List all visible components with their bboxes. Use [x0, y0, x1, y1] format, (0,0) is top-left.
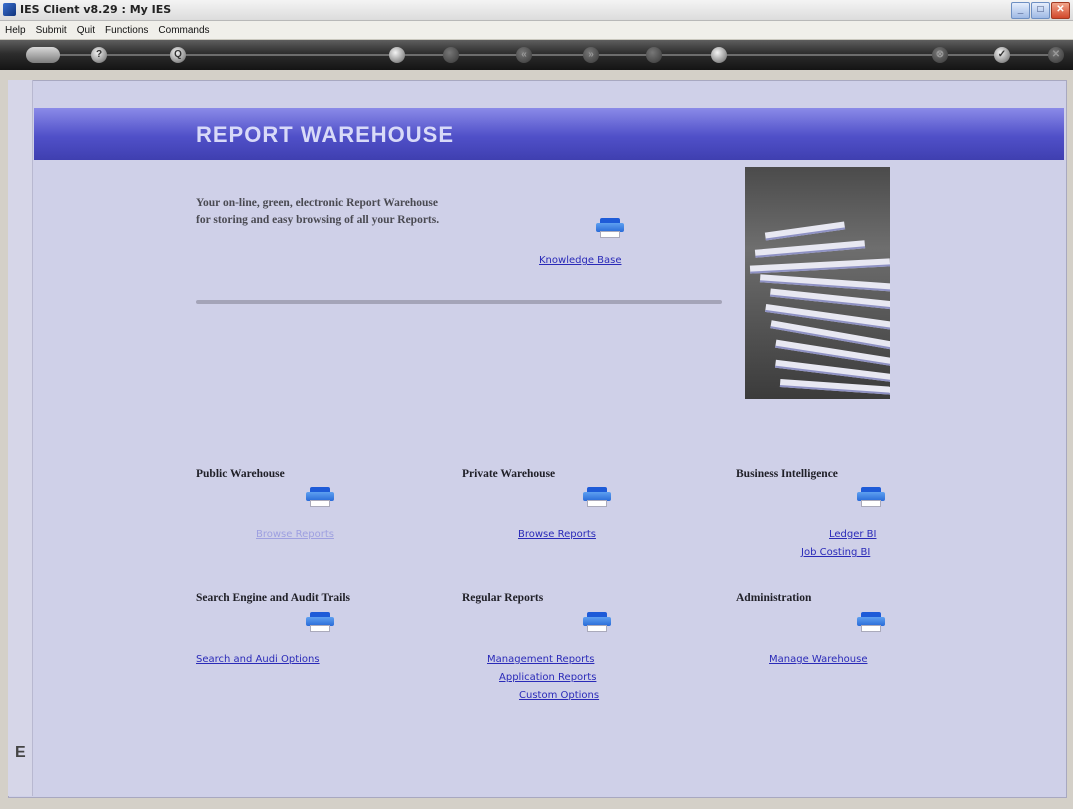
- private-browse-reports-link[interactable]: Browse Reports: [518, 529, 596, 540]
- menu-functions[interactable]: Functions: [100, 25, 153, 36]
- help-icon[interactable]: ?: [91, 47, 107, 63]
- intro-line-2: for storing and easy browsing of all you…: [196, 214, 440, 226]
- key-icon[interactable]: [26, 47, 60, 63]
- close-icon[interactable]: ✕: [1048, 47, 1064, 63]
- printer-icon[interactable]: [306, 612, 334, 632]
- manage-warehouse-link[interactable]: Manage Warehouse: [769, 654, 867, 665]
- application-reports-link[interactable]: Application Reports: [499, 672, 596, 683]
- public-browse-reports-link[interactable]: Browse Reports: [256, 529, 334, 540]
- printer-icon[interactable]: [583, 487, 611, 507]
- minimize-button[interactable]: _: [1011, 2, 1030, 19]
- divider: [196, 300, 722, 304]
- private-warehouse-title: Private Warehouse: [462, 468, 556, 480]
- menu-quit[interactable]: Quit: [72, 25, 100, 36]
- search-audit-options-link[interactable]: Search and Audi Options: [196, 654, 320, 665]
- administration-title: Administration: [736, 592, 812, 604]
- window-controls: _ □ ✕: [1011, 2, 1070, 19]
- maximize-button[interactable]: □: [1031, 2, 1050, 19]
- cancel-icon[interactable]: ⊗: [932, 47, 948, 63]
- info-icon[interactable]: [443, 47, 459, 63]
- left-rail: [8, 80, 33, 796]
- regular-reports-title: Regular Reports: [462, 592, 544, 604]
- business-intelligence-title: Business Intelligence: [736, 468, 838, 480]
- window-title-bar: IES Client v8.29 : My IES _ □ ✕: [0, 0, 1073, 21]
- printer-icon[interactable]: [857, 487, 885, 507]
- knowledge-base-link[interactable]: Knowledge Base: [539, 255, 622, 266]
- public-warehouse-title: Public Warehouse: [196, 468, 285, 480]
- search-icon[interactable]: Q: [170, 47, 186, 63]
- menu-help[interactable]: Help: [0, 25, 31, 36]
- page-title: REPORT WAREHOUSE: [196, 122, 455, 147]
- toolbar: ? Q « » ⊗ ✓ ✕: [0, 40, 1073, 70]
- menu-submit[interactable]: Submit: [31, 25, 72, 36]
- menu-bar: Help Submit Quit Functions Commands: [0, 21, 1073, 40]
- intro-text: Your on-line, green, electronic Report W…: [196, 195, 439, 229]
- search-engine-title: Search Engine and Audit Trails: [196, 592, 351, 604]
- close-window-button[interactable]: ✕: [1051, 2, 1070, 19]
- app-icon: [3, 3, 16, 16]
- menu-commands[interactable]: Commands: [153, 25, 214, 36]
- printer-icon[interactable]: [857, 612, 885, 632]
- printer-icon[interactable]: [306, 487, 334, 507]
- record-icon[interactable]: [711, 47, 727, 63]
- intro-line-1: Your on-line, green, electronic Report W…: [196, 197, 439, 209]
- custom-options-link[interactable]: Custom Options: [519, 690, 599, 701]
- banner: REPORT WAREHOUSE: [34, 108, 1064, 160]
- job-costing-bi-link[interactable]: Job Costing BI: [801, 547, 870, 558]
- ledger-bi-link[interactable]: Ledger BI: [829, 529, 877, 540]
- back-icon[interactable]: «: [516, 47, 532, 63]
- printer-icon[interactable]: [596, 218, 624, 238]
- printer-icon[interactable]: [583, 612, 611, 632]
- management-reports-link[interactable]: Management Reports: [487, 654, 594, 665]
- up-icon[interactable]: [646, 47, 662, 63]
- window-title: IES Client v8.29 : My IES: [20, 3, 172, 16]
- heart-icon[interactable]: [389, 47, 405, 63]
- report-stack-image: [745, 167, 890, 399]
- ok-icon[interactable]: ✓: [994, 47, 1010, 63]
- rail-label: E: [15, 744, 26, 761]
- forward-icon[interactable]: »: [583, 47, 599, 63]
